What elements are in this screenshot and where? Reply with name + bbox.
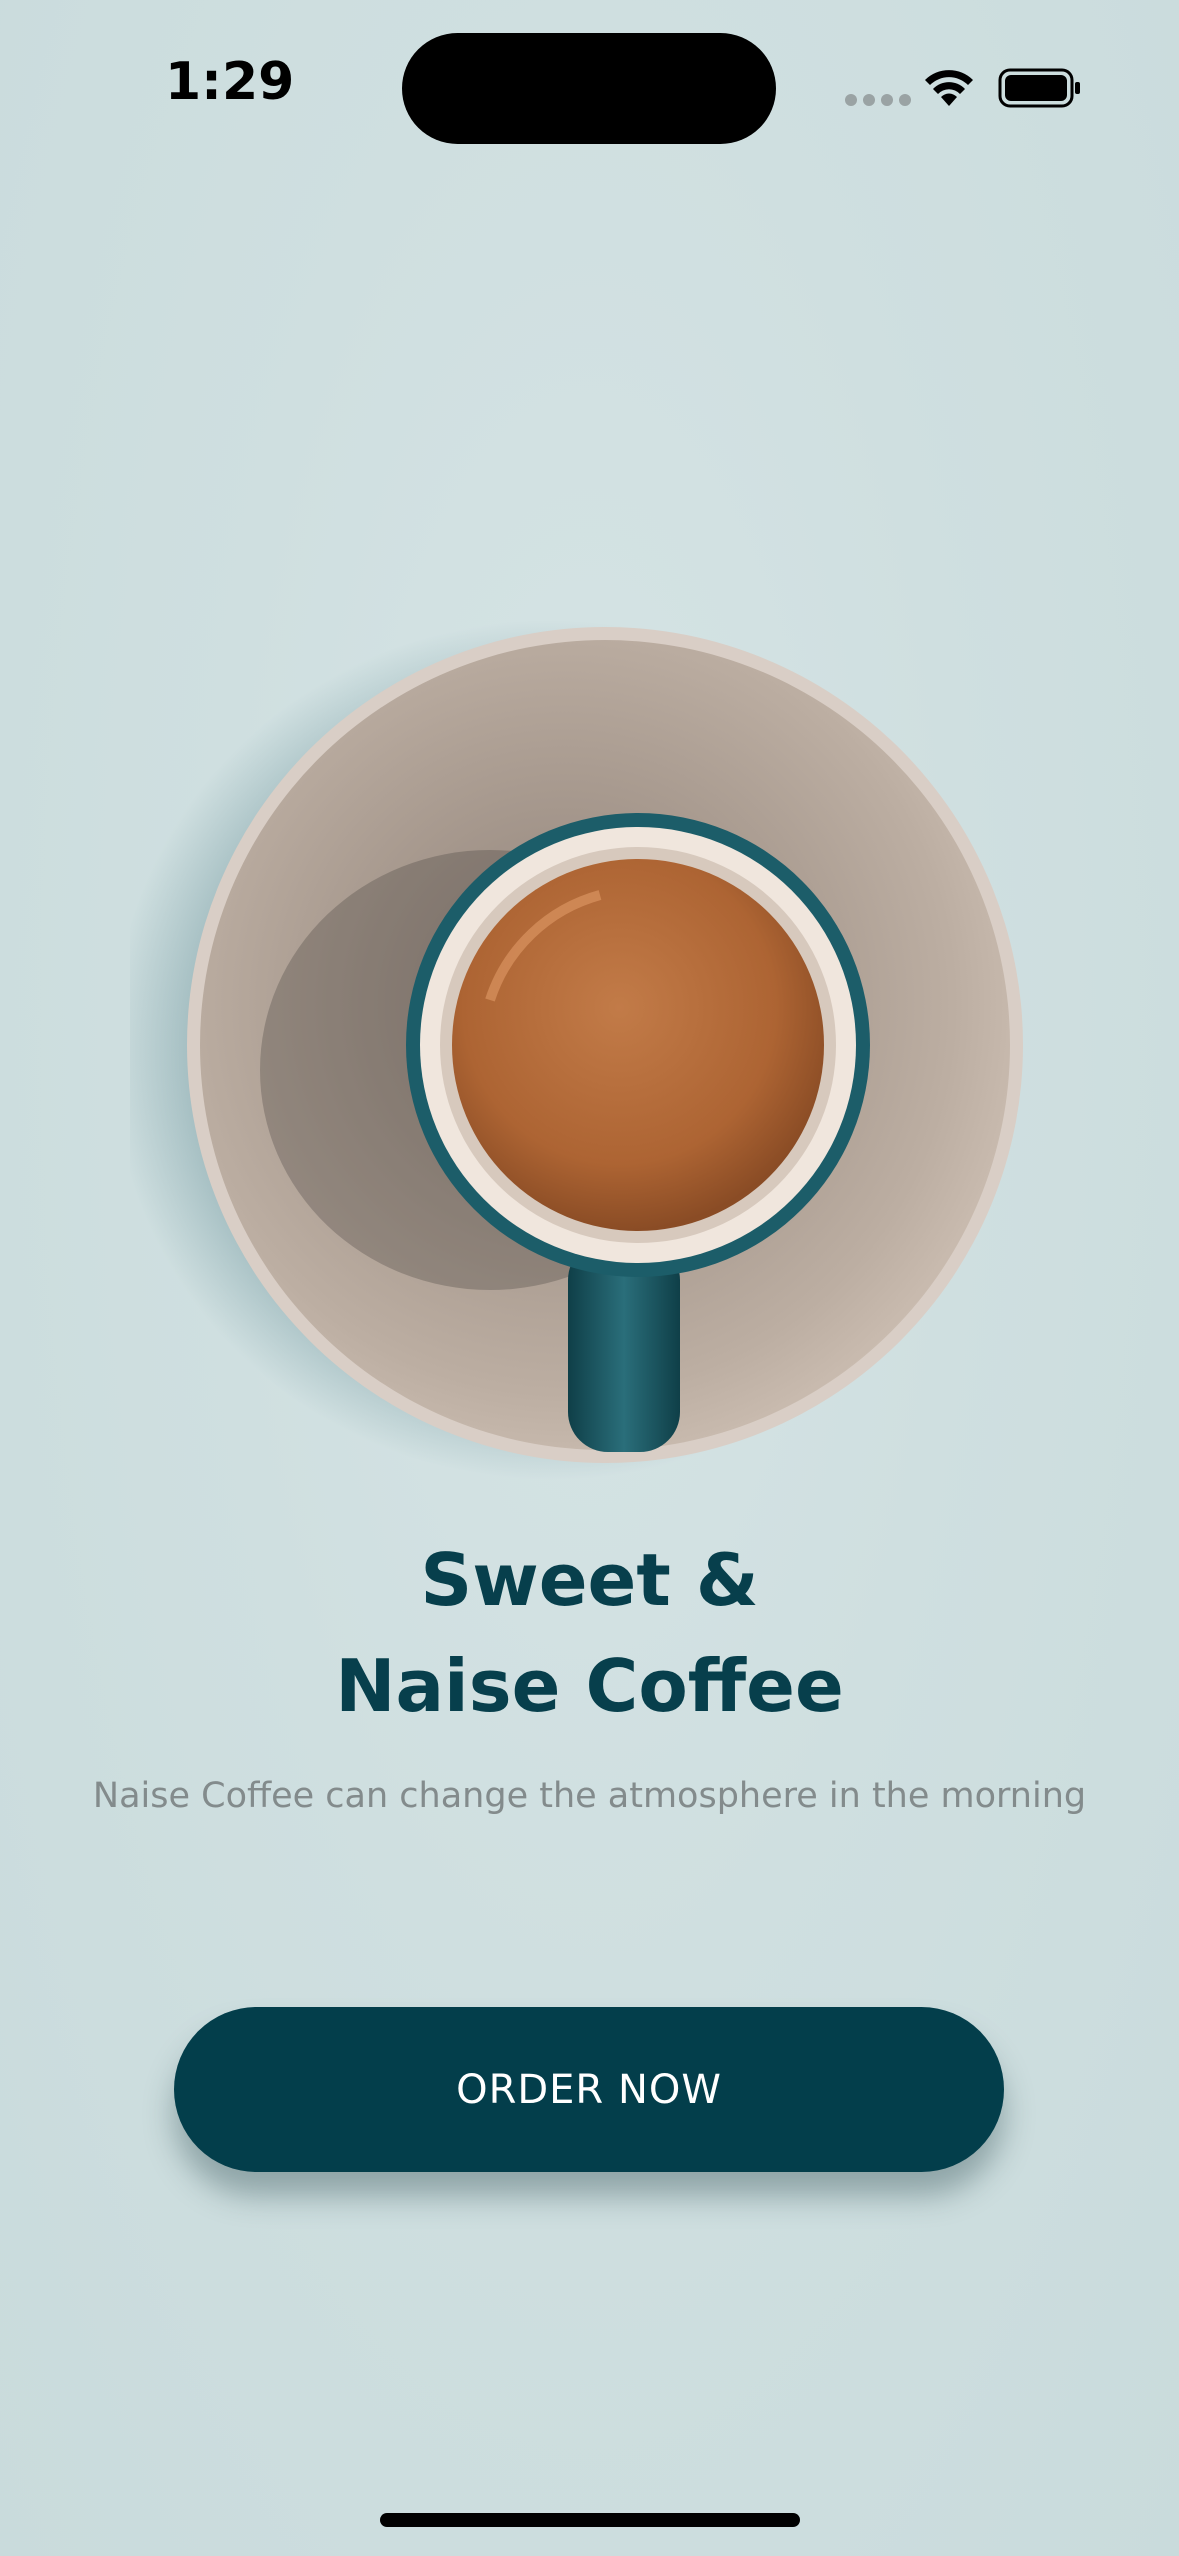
cellular-signal-icon: [845, 94, 911, 106]
home-indicator[interactable]: [380, 2513, 800, 2527]
onboarding-screen: 1:29 Sweet & Naise Coffee Naise Coffee c…: [0, 0, 1179, 2556]
battery-icon: [998, 68, 1080, 108]
status-time: 1:29: [165, 52, 295, 112]
subtitle: Naise Coffee can change the atmosphere i…: [92, 1776, 1087, 1816]
page-title: Sweet & Naise Coffee: [0, 1527, 1179, 1739]
order-now-button[interactable]: ORDER NOW: [174, 2007, 1004, 2172]
coffee-cup-image: [130, 620, 1023, 1480]
title-line-2: Naise Coffee: [335, 1644, 844, 1728]
wifi-icon: [925, 70, 973, 106]
title-line-1: Sweet &: [420, 1538, 759, 1622]
dynamic-island: [402, 33, 776, 144]
